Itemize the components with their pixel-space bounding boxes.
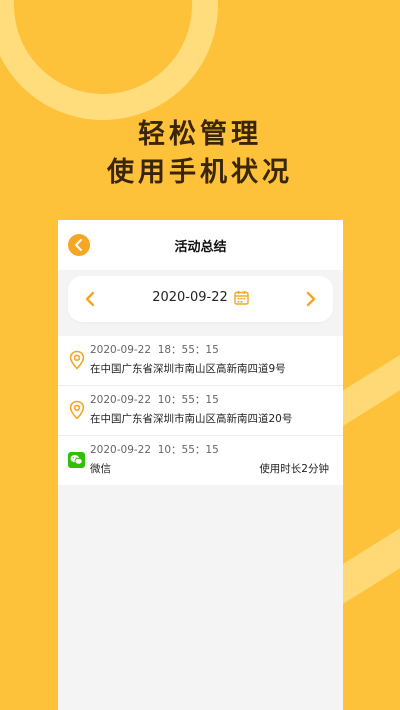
decorative-ring: [0, 0, 218, 120]
calendar-icon[interactable]: [234, 290, 249, 305]
item-description: 微信: [90, 463, 111, 475]
headline-line-2: 使用手机状况: [107, 157, 293, 188]
item-description: 在中国广东省深圳市南山区高新南四道9号: [90, 363, 286, 375]
activity-list: 2020-09-22 18：55：15 在中国广东省深圳市南山区高新南四道9号 …: [58, 336, 343, 485]
item-time: 2020-09-22 18：55：15: [90, 344, 219, 356]
page-title: 活动总结: [174, 240, 227, 255]
wechat-icon: [68, 452, 85, 468]
item-time: 2020-09-22 10：55：15: [90, 444, 219, 456]
item-description: 在中国广东省深圳市南山区高新南四道20号: [90, 413, 293, 425]
date-selector: 2020-09-22: [68, 276, 333, 322]
list-item[interactable]: 2020-09-22 10：55：15 在中国广东省深圳市南山区高新南四道20号: [58, 386, 343, 436]
headline-line-1: 轻松管理: [138, 119, 262, 150]
current-date: 2020-09-22: [152, 290, 228, 305]
location-pin-icon: [69, 400, 85, 420]
list-item[interactable]: 2020-09-22 10：55：15 微信 使用时长2分钟: [58, 436, 343, 485]
location-pin-icon: [69, 350, 85, 370]
item-time: 2020-09-22 10：55：15: [90, 394, 219, 406]
chevron-right-icon: [306, 291, 316, 307]
list-item[interactable]: 2020-09-22 18：55：15 在中国广东省深圳市南山区高新南四道9号: [58, 336, 343, 386]
nav-bar: 活动总结: [58, 220, 343, 270]
next-date-button[interactable]: [301, 289, 321, 309]
usage-duration: 使用时长2分钟: [259, 463, 329, 475]
phone-screen: 活动总结 2020-09-22 2020-09-22 18：55：15 在中国广…: [58, 220, 343, 710]
date-bar-wrapper: 2020-09-22: [58, 270, 343, 322]
date-display[interactable]: 2020-09-22: [68, 290, 333, 305]
